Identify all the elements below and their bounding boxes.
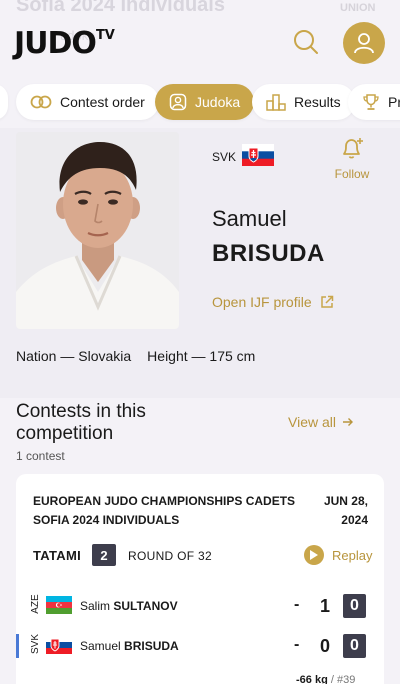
tatami-number: 2 bbox=[92, 544, 116, 566]
score-separator: - bbox=[294, 636, 300, 653]
contest-weight: -66 kg / #39 bbox=[296, 674, 355, 684]
tab-previous[interactable] bbox=[0, 84, 8, 120]
athlete-first-name: Samuel bbox=[212, 206, 287, 231]
event-name-line: SOFIA 2024 INDIVIDUALS bbox=[33, 513, 180, 527]
athlete-photo bbox=[16, 132, 179, 329]
athlete-meta: Nation — Slovakia Height — 175 cm bbox=[16, 348, 256, 364]
external-link-icon bbox=[320, 295, 333, 308]
athlete-country-code: SVK bbox=[212, 150, 237, 164]
weight-category: -66 kg bbox=[296, 674, 328, 684]
search-button[interactable] bbox=[290, 26, 322, 58]
event-date: JUN 28, 2024 bbox=[298, 492, 368, 530]
event-name: EUROPEAN JUDO CHAMPIONSHIPS CADETS SOFIA… bbox=[33, 492, 303, 530]
competitor-penalties: 0 bbox=[343, 634, 366, 658]
slovakia-flag-icon bbox=[46, 636, 72, 654]
score-separator: - bbox=[294, 596, 300, 613]
competitor-name: Salim SULTANOV bbox=[80, 599, 178, 613]
scrolled-page-title: Sofia 2024 Individuals bbox=[16, 0, 225, 16]
tab-judoka[interactable]: Judoka bbox=[155, 84, 255, 120]
competitor-country-code: SVK bbox=[30, 634, 41, 655]
account-button[interactable] bbox=[343, 22, 385, 64]
logo-suffix: TV bbox=[95, 28, 115, 43]
athlete-last-name: BRISUDA bbox=[212, 240, 325, 267]
competitor-score: 1 bbox=[320, 596, 331, 616]
play-icon bbox=[304, 545, 324, 565]
podium-icon bbox=[266, 93, 286, 111]
scrolled-union-text: UNION bbox=[340, 2, 376, 14]
height-label: Height bbox=[147, 348, 188, 364]
contest-number: / #39 bbox=[330, 674, 356, 684]
contest-card[interactable]: EUROPEAN JUDO CHAMPIONSHIPS CADETS SOFIA… bbox=[16, 474, 384, 684]
nation-label: Nation bbox=[16, 348, 57, 364]
user-icon bbox=[354, 33, 374, 54]
search-icon bbox=[294, 30, 318, 54]
replay-button[interactable]: Replay bbox=[304, 545, 372, 565]
tab-label: Results bbox=[294, 94, 341, 110]
competitor-row: AZE Salim SULTANOV - 1 0 bbox=[16, 590, 384, 622]
slovakia-flag-icon bbox=[242, 144, 274, 166]
competitor-name: Samuel BRISUDA bbox=[80, 639, 179, 653]
nation-value: Slovakia bbox=[78, 348, 132, 364]
rings-icon bbox=[30, 94, 52, 110]
height-value: 175 cm bbox=[209, 348, 256, 364]
judotv-logo[interactable]: JUDOTV bbox=[14, 26, 115, 61]
round-label: ROUND OF 32 bbox=[128, 549, 212, 563]
competitor-country-code: AZE bbox=[30, 594, 41, 614]
tab-label: Pre bbox=[388, 94, 400, 110]
competitor-first-name: Salim bbox=[80, 599, 111, 613]
tab-prizes[interactable]: Pre bbox=[348, 84, 400, 120]
competitor-last-name: BRISUDA bbox=[124, 639, 179, 653]
view-all-contests-link[interactable]: View all bbox=[288, 414, 354, 430]
tab-label: Contest order bbox=[60, 94, 145, 110]
trophy-icon bbox=[362, 93, 380, 111]
contests-section-title: Contests in this competition bbox=[16, 401, 146, 444]
competitor-penalties: 0 bbox=[343, 594, 366, 618]
tab-contest-order[interactable]: Contest order bbox=[16, 84, 159, 120]
contest-count: 1 contest bbox=[16, 449, 65, 463]
azerbaijan-flag-icon bbox=[46, 596, 72, 614]
tab-label: Judoka bbox=[195, 94, 241, 110]
app-header: Sofia 2024 Individuals udoka UNION JUDOT… bbox=[0, 0, 400, 80]
competitor-row: SVK Samuel BRISUDA - 0 0 bbox=[16, 630, 384, 662]
event-date-line: 2024 bbox=[341, 513, 368, 527]
ijf-link-label: Open IJF profile bbox=[212, 294, 312, 310]
replay-label: Replay bbox=[332, 547, 373, 563]
follow-button[interactable]: Follow bbox=[330, 136, 374, 181]
competition-tabs: Contest order Judoka Results Pre bbox=[0, 84, 400, 120]
judoka-icon bbox=[169, 93, 187, 111]
tatami-label: TATAMI bbox=[33, 548, 82, 563]
event-name-line: EUROPEAN JUDO CHAMPIONSHIPS CADETS bbox=[33, 494, 296, 508]
follow-label: Follow bbox=[334, 167, 370, 181]
logo-text: JUDO bbox=[14, 26, 97, 61]
tab-results[interactable]: Results bbox=[252, 84, 355, 120]
competitor-score: 0 bbox=[320, 636, 331, 656]
competitor-first-name: Samuel bbox=[80, 639, 121, 653]
event-date-line: JUN 28, bbox=[323, 494, 368, 508]
open-ijf-profile-link[interactable]: Open IJF profile bbox=[212, 294, 334, 310]
competitor-last-name: SULTANOV bbox=[113, 599, 178, 613]
view-all-label: View all bbox=[288, 414, 336, 430]
highlight-bar bbox=[16, 634, 19, 658]
bell-plus-icon bbox=[343, 138, 363, 159]
arrow-right-icon bbox=[343, 418, 353, 426]
